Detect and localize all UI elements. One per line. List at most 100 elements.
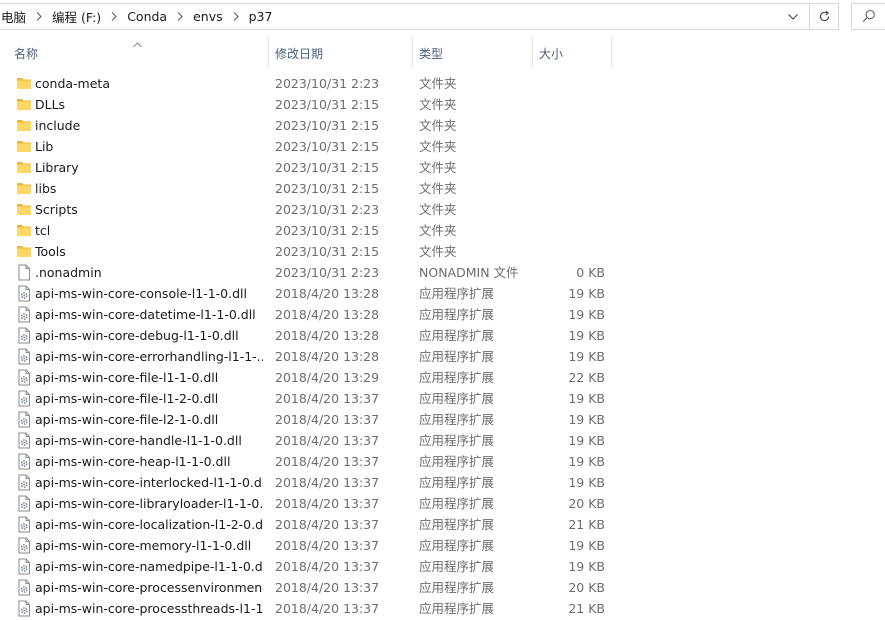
file-name: api-ms-win-core-file-l2-1-0.dll — [35, 412, 219, 427]
file-name: api-ms-win-core-file-l1-2-0.dll — [35, 391, 219, 406]
file-size: 19 KB — [568, 454, 605, 469]
column-divider[interactable] — [268, 36, 269, 68]
column-header-name[interactable]: 名称 — [14, 34, 268, 72]
file-modified-date: 2023/10/31 2:15 — [275, 223, 380, 238]
file-row[interactable]: api-ms-win-core-file-l1-2-0.dll 2018/4/20… — [0, 388, 885, 409]
file-size — [540, 241, 605, 262]
breadcrumb-item-envs[interactable]: envs — [191, 9, 225, 24]
dll-icon — [16, 285, 32, 302]
file-row[interactable]: tcl 2023/10/31 2:15 文件夹 — [0, 220, 885, 241]
file-row[interactable]: api-ms-win-core-heap-l1-1-0.dll 2018/4/20… — [0, 451, 885, 472]
file-row[interactable]: api-ms-win-core-debug-l1-1-0.dll 2018/4/2… — [0, 325, 885, 346]
file-row[interactable]: include 2023/10/31 2:15 文件夹 — [0, 115, 885, 136]
file-size: 20 KB — [568, 580, 605, 595]
dll-icon — [16, 474, 32, 491]
file-modified-date: 2018/4/20 13:28 — [275, 307, 380, 322]
column-header-type-label: 类型 — [419, 46, 444, 61]
chevron-right-icon[interactable] — [103, 4, 125, 29]
file-modified-date: 2018/4/20 13:28 — [275, 349, 380, 364]
file-modified-date: 2018/4/20 13:37 — [275, 433, 380, 448]
file-name: tcl — [35, 223, 51, 238]
column-header-size[interactable]: 大小 — [539, 34, 611, 72]
file-row[interactable]: api-ms-win-core-libraryloader-l1-1-0....… — [0, 493, 885, 514]
file-row[interactable]: api-ms-win-core-processenvironmen... 2018… — [0, 577, 885, 598]
file-row[interactable]: Tools 2023/10/31 2:15 文件夹 — [0, 241, 885, 262]
file-row[interactable]: api-ms-win-core-interlocked-l1-1-0.dll 20… — [0, 472, 885, 493]
breadcrumb-item-p37[interactable]: p37 — [247, 9, 275, 24]
column-divider[interactable] — [532, 36, 533, 68]
file-size — [540, 94, 605, 115]
refresh-button[interactable] — [810, 3, 839, 30]
file-icon — [16, 264, 32, 281]
file-name: api-ms-win-core-errorhandling-l1-1-... — [35, 349, 263, 364]
file-type: NONADMIN 文件 — [419, 265, 519, 280]
file-row[interactable]: libs 2023/10/31 2:15 文件夹 — [0, 178, 885, 199]
file-modified-date: 2023/10/31 2:23 — [275, 76, 380, 91]
file-modified-date: 2018/4/20 13:37 — [275, 391, 380, 406]
file-type: 应用程序扩展 — [419, 370, 495, 385]
file-name: api-ms-win-core-heap-l1-1-0.dll — [35, 454, 231, 469]
file-row[interactable]: api-ms-win-core-file-l2-1-0.dll 2018/4/20… — [0, 409, 885, 430]
chevron-right-icon[interactable] — [225, 4, 247, 29]
file-size: 19 KB — [568, 349, 605, 364]
file-size — [540, 157, 605, 178]
file-name: api-ms-win-core-memory-l1-1-0.dll — [35, 538, 252, 553]
column-header-type[interactable]: 类型 — [419, 34, 532, 72]
file-row[interactable]: .nonadmin 2023/10/31 2:23 NONADMIN 文件 0 KB — [0, 262, 885, 283]
file-name: api-ms-win-core-file-l1-1-0.dll — [35, 370, 219, 385]
file-modified-date: 2018/4/20 13:37 — [275, 412, 380, 427]
file-modified-date: 2023/10/31 2:15 — [275, 97, 380, 112]
address-history-dropdown[interactable] — [779, 4, 807, 29]
file-size: 22 KB — [568, 370, 605, 385]
file-modified-date: 2018/4/20 13:28 — [275, 328, 380, 343]
file-row[interactable]: api-ms-win-core-file-l1-1-0.dll 2018/4/20… — [0, 367, 885, 388]
file-name: DLLs — [35, 97, 66, 112]
file-modified-date: 2018/4/20 13:37 — [275, 517, 380, 532]
dll-icon — [16, 537, 32, 554]
file-size: 19 KB — [568, 433, 605, 448]
file-row[interactable]: api-ms-win-core-console-l1-1-0.dll 2018/4… — [0, 283, 885, 304]
breadcrumb-item-drive[interactable]: 编程 (F:) — [50, 7, 103, 26]
column-header-date[interactable]: 修改日期 — [275, 34, 412, 72]
file-row[interactable]: api-ms-win-core-namedpipe-l1-1-0.dll 2018… — [0, 556, 885, 577]
file-type: 应用程序扩展 — [419, 496, 495, 511]
file-row[interactable]: api-ms-win-core-memory-l1-1-0.dll 2018/4/… — [0, 535, 885, 556]
dll-icon — [16, 369, 32, 386]
file-type: 应用程序扩展 — [419, 307, 495, 322]
file-name: conda-meta — [35, 76, 110, 91]
file-row[interactable]: Library 2023/10/31 2:15 文件夹 — [0, 157, 885, 178]
dll-icon — [16, 348, 32, 365]
dll-icon — [16, 306, 32, 323]
chevron-right-icon[interactable] — [169, 4, 191, 29]
file-size: 0 KB — [576, 265, 605, 280]
address-bar[interactable]: 电脑 编程 (F:) Conda envs p37 — [0, 3, 810, 30]
breadcrumb-item-pc[interactable]: 电脑 — [0, 7, 28, 26]
file-modified-date: 2018/4/20 13:37 — [275, 454, 380, 469]
file-row[interactable]: Lib 2023/10/31 2:15 文件夹 — [0, 136, 885, 157]
dll-icon — [16, 327, 32, 344]
folder-icon — [16, 243, 32, 260]
search-input[interactable] — [851, 3, 885, 30]
file-row[interactable]: api-ms-win-core-handle-l1-1-0.dll 2018/4/… — [0, 430, 885, 451]
file-name: api-ms-win-core-interlocked-l1-1-0.dll — [35, 475, 263, 490]
column-divider[interactable] — [611, 36, 612, 68]
file-name: Library — [35, 160, 79, 175]
file-type: 应用程序扩展 — [419, 538, 495, 553]
chevron-right-icon[interactable] — [28, 4, 50, 29]
refresh-icon — [819, 10, 829, 22]
column-divider[interactable] — [412, 36, 413, 68]
dll-icon — [16, 411, 32, 428]
file-row[interactable]: api-ms-win-core-errorhandling-l1-1-... 20… — [0, 346, 885, 367]
file-name: api-ms-win-core-handle-l1-1-0.dll — [35, 433, 242, 448]
file-row[interactable]: api-ms-win-core-datetime-l1-1-0.dll 2018/… — [0, 304, 885, 325]
file-type: 文件夹 — [419, 181, 457, 196]
file-modified-date: 2018/4/20 13:37 — [275, 580, 380, 595]
folder-icon — [16, 222, 32, 239]
breadcrumb-item-conda[interactable]: Conda — [125, 9, 169, 24]
file-modified-date: 2018/4/20 13:28 — [275, 286, 380, 301]
file-type: 文件夹 — [419, 160, 457, 175]
file-row[interactable]: api-ms-win-core-localization-l1-2-0.dll 2… — [0, 514, 885, 535]
file-row[interactable]: DLLs 2023/10/31 2:15 文件夹 — [0, 94, 885, 115]
file-row[interactable]: Scripts 2023/10/31 2:23 文件夹 — [0, 199, 885, 220]
file-row[interactable]: conda-meta 2023/10/31 2:23 文件夹 — [0, 73, 885, 94]
